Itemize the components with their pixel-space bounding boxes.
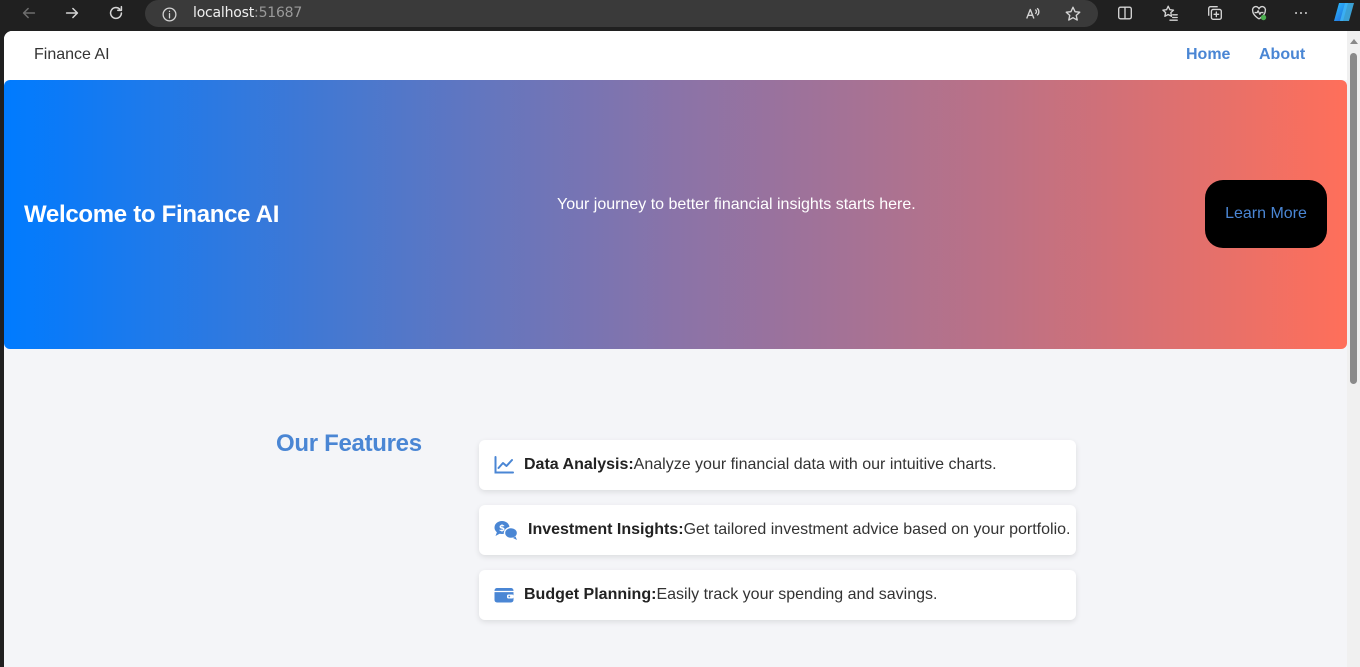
feature-description: Easily track your spending and savings. <box>656 586 938 603</box>
brand-name[interactable]: Finance AI <box>34 46 110 64</box>
reload-icon <box>109 5 123 20</box>
top-navbar: Finance AI Home About <box>4 31 1347 80</box>
hero-banner: Welcome to Finance AI Your journey to be… <box>4 80 1347 349</box>
feature-name: Budget Planning: <box>524 586 657 603</box>
url-text[interactable]: localhost:51687 <box>193 5 302 21</box>
page-scrollbar[interactable] <box>1347 31 1360 667</box>
feature-description: Analyze your financial data with our int… <box>633 456 997 473</box>
site-info-icon[interactable] <box>159 4 179 24</box>
nav-link-home[interactable]: Home <box>1186 46 1230 64</box>
hero-title: Welcome to Finance AI <box>24 201 280 228</box>
copilot-icon[interactable] <box>1331 1 1357 23</box>
hero-subtitle: Your journey to better financial insight… <box>557 196 916 213</box>
feature-name: Investment Insights: <box>528 521 684 538</box>
svg-text:$: $ <box>499 524 505 534</box>
back-arrow-icon <box>22 7 36 19</box>
browser-essentials-icon[interactable] <box>1247 2 1271 24</box>
nav-link-about[interactable]: About <box>1259 46 1305 64</box>
feature-name: Data Analysis: <box>524 456 634 473</box>
back-button[interactable] <box>14 0 44 26</box>
page-viewport: Finance AI Home About Welcome to Finance… <box>4 31 1347 667</box>
scrollbar-thumb[interactable] <box>1350 53 1357 384</box>
read-aloud-icon[interactable] <box>1023 4 1043 24</box>
features-heading: Our Features <box>276 430 422 457</box>
reload-button[interactable] <box>101 0 131 26</box>
more-menu-icon[interactable] <box>1289 2 1313 24</box>
feature-card-budget-planning: Budget Planning: Easily track your spendi… <box>479 570 1076 620</box>
favorites-icon[interactable] <box>1158 2 1182 24</box>
wallet-icon <box>493 584 515 606</box>
feature-card-investment-insights: $ Investment Insights: Get tailored inves… <box>479 505 1076 555</box>
forward-button[interactable] <box>57 0 87 26</box>
feature-card-data-analysis: Data Analysis: Analyze your financial dat… <box>479 440 1076 490</box>
forward-arrow-icon <box>65 7 79 19</box>
chart-line-icon <box>493 454 515 476</box>
address-bar[interactable]: localhost:51687 <box>145 0 1098 27</box>
browser-toolbar: localhost:51687 <box>0 0 1360 31</box>
collections-icon[interactable] <box>1203 2 1227 24</box>
url-port: :51687 <box>254 5 303 21</box>
split-screen-icon[interactable] <box>1113 2 1137 24</box>
learn-more-button[interactable]: Learn More <box>1205 180 1327 248</box>
favorite-star-icon[interactable] <box>1063 4 1083 24</box>
comments-dollar-icon: $ <box>493 519 519 541</box>
url-host: localhost <box>193 5 255 21</box>
scroll-up-icon[interactable] <box>1350 39 1358 44</box>
feature-description: Get tailored investment advice based on … <box>683 521 1071 538</box>
